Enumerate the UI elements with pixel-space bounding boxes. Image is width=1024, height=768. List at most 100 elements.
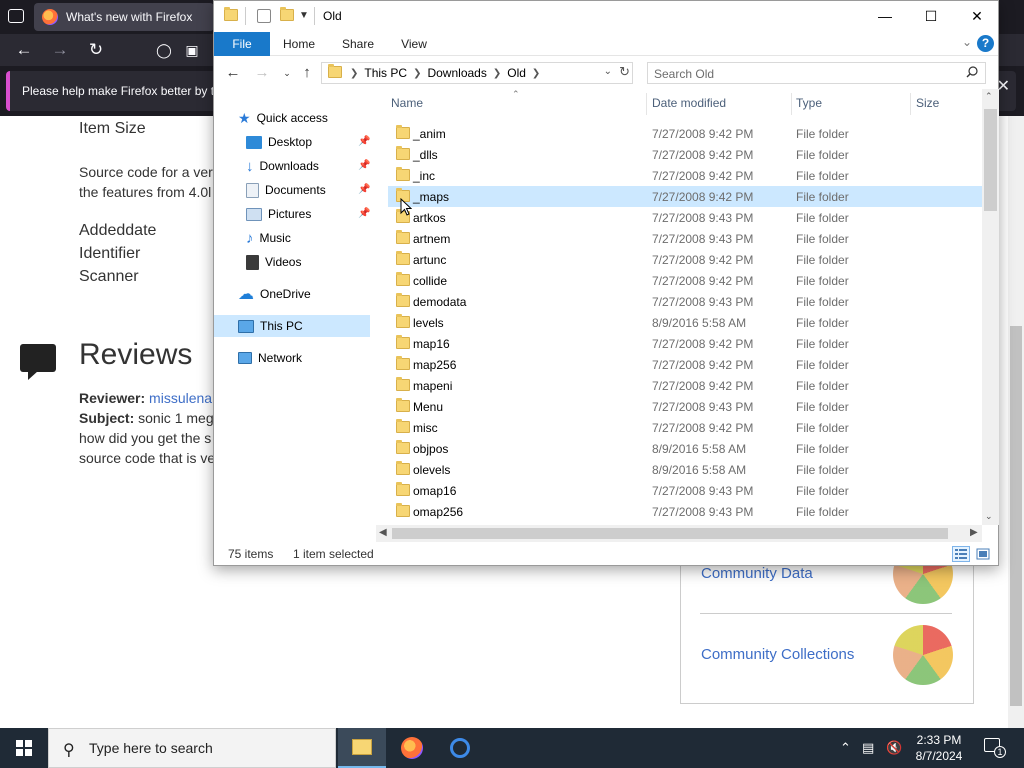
forward-arrow-icon[interactable]: → <box>49 39 71 61</box>
lock-icon[interactable]: ▣ <box>181 39 203 61</box>
reload-icon[interactable]: ↻ <box>85 39 107 61</box>
tab-file[interactable]: File <box>214 32 270 56</box>
clock[interactable]: 2:33 PM 8/7/2024 <box>904 732 974 764</box>
table-row[interactable]: artunc 7/27/2008 9:42 PM File folder <box>388 249 982 270</box>
column-divider[interactable] <box>910 93 911 115</box>
network-icon[interactable]: ▤ <box>862 740 874 756</box>
nav-item-onedrive[interactable]: ☁ OneDrive <box>238 283 311 305</box>
pin-icon[interactable]: 📌 <box>358 208 370 219</box>
minimize-button[interactable]: — <box>862 1 908 31</box>
table-row[interactable]: _anim 7/27/2008 9:42 PM File folder <box>388 123 982 144</box>
column-header-type[interactable]: Type <box>796 89 822 117</box>
pin-icon[interactable]: 📌 <box>358 184 370 195</box>
tab-home[interactable]: Home <box>276 32 322 56</box>
table-row[interactable]: _maps 7/27/2008 9:42 PM File folder <box>388 186 982 207</box>
forward-arrow-icon[interactable]: → <box>252 63 272 83</box>
nav-item-network[interactable]: Network <box>238 347 302 369</box>
scroll-left-arrow-icon[interactable]: ◀ <box>379 527 387 538</box>
table-row[interactable]: mapeni 7/27/2008 9:42 PM File folder <box>388 375 982 396</box>
breadcrumb-separator-icon[interactable]: ❯ <box>491 68 503 79</box>
breadcrumb-this-pc[interactable]: This PC <box>360 66 411 80</box>
expand-ribbon-chevron-icon[interactable]: ⌄ <box>962 35 972 49</box>
tab-share[interactable]: Share <box>336 32 380 56</box>
column-divider[interactable] <box>791 93 792 115</box>
table-row[interactable]: _dlls 7/27/2008 9:42 PM File folder <box>388 144 982 165</box>
nav-item-music[interactable]: ♪ Music <box>246 227 291 249</box>
nav-item-quick-access[interactable]: ★ Quick access <box>238 107 328 129</box>
file-list-vertical-scrollbar[interactable]: ⌃ ⌄ <box>982 89 999 525</box>
notification-center-icon[interactable]: 1 <box>984 738 1006 758</box>
scrollbar-thumb[interactable] <box>392 528 948 539</box>
pin-icon[interactable]: 📌 <box>358 160 370 171</box>
page-scrollbar-thumb[interactable] <box>1010 326 1022 706</box>
scroll-down-arrow-icon[interactable]: ⌄ <box>985 511 993 522</box>
table-row[interactable]: olevels 8/9/2016 5:58 AM File folder <box>388 459 982 480</box>
table-row[interactable]: demodata 7/27/2008 9:43 PM File folder <box>388 291 982 312</box>
scroll-up-arrow-icon[interactable]: ⌃ <box>985 91 993 102</box>
breadcrumb-separator-icon[interactable]: ❯ <box>530 68 542 79</box>
nav-item-documents[interactable]: Documents <box>246 179 326 201</box>
back-arrow-icon[interactable]: ← <box>223 63 243 83</box>
nav-item-pictures[interactable]: Pictures <box>246 203 311 225</box>
close-button[interactable]: ✕ <box>954 1 1000 31</box>
customize-toolbar-chevron-icon[interactable]: ▼ <box>299 10 309 21</box>
breadcrumb-separator-icon[interactable]: ❯ <box>411 68 423 79</box>
file-explorer-taskbar-icon[interactable] <box>338 728 386 768</box>
tab-view[interactable]: View <box>394 32 434 56</box>
table-row[interactable]: omap16 7/27/2008 9:43 PM File folder <box>388 480 982 501</box>
browser-tab[interactable]: What's new with Firefox <box>34 3 214 31</box>
page-scrollbar[interactable] <box>1008 116 1024 728</box>
browser-taskbar-icon[interactable] <box>436 728 484 768</box>
nav-item-downloads[interactable]: ↓ Downloads <box>246 155 319 177</box>
column-divider[interactable] <box>646 93 647 115</box>
table-row[interactable]: misc 7/27/2008 9:42 PM File folder <box>388 417 982 438</box>
properties-icon[interactable] <box>257 9 271 23</box>
help-button[interactable]: ? <box>977 35 994 52</box>
breadcrumb-downloads[interactable]: Downloads <box>423 66 490 80</box>
scrollbar-thumb[interactable] <box>984 109 997 211</box>
refresh-icon[interactable]: ↻ <box>619 64 630 80</box>
large-icons-view-icon[interactable] <box>974 546 992 562</box>
table-row[interactable]: artnem 7/27/2008 9:43 PM File folder <box>388 228 982 249</box>
community-collections-link[interactable]: Community Collections <box>701 646 854 663</box>
start-button[interactable] <box>0 728 48 768</box>
new-folder-icon[interactable] <box>280 7 294 23</box>
table-row[interactable]: map256 7/27/2008 9:42 PM File folder <box>388 354 982 375</box>
table-row[interactable]: artkos 7/27/2008 9:43 PM File folder <box>388 207 982 228</box>
column-header-size[interactable]: Size <box>916 89 939 117</box>
nav-item-this-pc[interactable]: This PC <box>214 315 370 337</box>
scroll-right-arrow-icon[interactable]: ▶ <box>970 527 978 538</box>
table-row[interactable]: _inc 7/27/2008 9:42 PM File folder <box>388 165 982 186</box>
community-collections-image[interactable] <box>893 625 953 685</box>
column-header-name[interactable]: Name <box>391 89 423 117</box>
file-list-horizontal-scrollbar[interactable]: ◀ ▶ <box>376 525 982 542</box>
pin-icon[interactable]: 📌 <box>358 136 370 147</box>
table-row[interactable]: collide 7/27/2008 9:42 PM File folder <box>388 270 982 291</box>
firefox-taskbar-icon[interactable] <box>388 728 436 768</box>
up-arrow-icon[interactable]: ↑ <box>297 63 317 83</box>
tab-list-icon[interactable] <box>8 9 24 23</box>
maximize-button[interactable]: ☐ <box>908 1 954 31</box>
column-header-date-modified[interactable]: Date modified <box>652 89 726 117</box>
recent-locations-chevron-icon[interactable]: ⌄ <box>277 63 297 83</box>
breadcrumb-separator-icon[interactable]: ❯ <box>348 68 360 79</box>
table-row[interactable]: levels 8/9/2016 5:58 AM File folder <box>388 312 982 333</box>
show-hidden-icons-chevron-icon[interactable]: ⌃ <box>840 740 851 756</box>
table-row[interactable]: Menu 7/27/2008 9:43 PM File folder <box>388 396 982 417</box>
table-row[interactable]: omap256 7/27/2008 9:43 PM File folder <box>388 501 982 522</box>
nav-item-desktop[interactable]: Desktop <box>246 131 312 153</box>
volume-muted-icon[interactable]: 🔇 <box>886 740 902 756</box>
community-data-link[interactable]: Community Data <box>701 565 813 582</box>
nav-item-videos[interactable]: Videos <box>246 251 301 273</box>
address-bar[interactable]: ❯ This PC ❯ Downloads ❯ Old ❯ ⌄ ↻ <box>321 62 633 84</box>
address-dropdown-icon[interactable]: ⌄ <box>604 66 612 77</box>
back-arrow-icon[interactable]: ← <box>13 39 35 61</box>
shield-icon[interactable]: ◯ <box>153 39 175 61</box>
reviewer-link[interactable]: missulena <box>149 390 212 406</box>
search-input[interactable]: Search Old <box>647 62 986 84</box>
taskbar-search-input[interactable]: ⚲ Type here to search <box>48 728 336 768</box>
table-row[interactable]: map16 7/27/2008 9:42 PM File folder <box>388 333 982 354</box>
details-view-icon[interactable] <box>952 546 970 562</box>
table-row[interactable]: objpos 8/9/2016 5:58 AM File folder <box>388 438 982 459</box>
breadcrumb-old[interactable]: Old <box>503 66 530 80</box>
